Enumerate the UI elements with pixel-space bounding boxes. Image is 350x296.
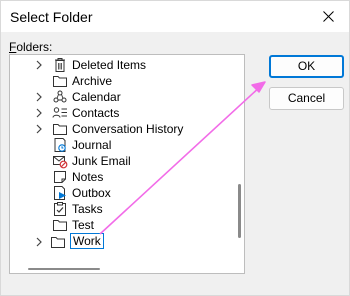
dialog-title: Select Folder [10, 9, 93, 25]
tree-item-notes[interactable]: Notes [10, 169, 230, 185]
folder-icon [51, 237, 65, 248]
select-folder-dialog: Select Folder Folders: Deleted Items Arc… [0, 0, 350, 296]
tree-item-label: Outbox [72, 186, 111, 200]
tree-item-work[interactable]: Work [10, 233, 230, 250]
outbox-icon [54, 186, 66, 200]
tree-item-outbox[interactable]: Outbox [10, 185, 230, 201]
chevron-right-icon[interactable] [34, 92, 44, 102]
tree-item-journal[interactable]: Journal [10, 137, 230, 153]
close-icon [323, 11, 334, 22]
tree-item-conversation-history[interactable]: Conversation History [10, 121, 230, 137]
junk-email-icon [53, 156, 68, 169]
vertical-scroll-thumb[interactable] [238, 184, 241, 238]
tree-item-test[interactable]: Test [10, 217, 230, 233]
calendar-icon [53, 90, 67, 103]
tree-item-junk-email[interactable]: Junk Email [10, 153, 230, 169]
chevron-right-icon[interactable] [34, 108, 44, 118]
journal-icon [54, 138, 66, 152]
folder-icon [53, 220, 67, 231]
notes-icon [54, 171, 66, 183]
tree-item-label: Test [72, 218, 95, 232]
ok-button[interactable]: OK [269, 55, 344, 78]
tree-item-label: Conversation History [72, 122, 184, 136]
tree-item-archive[interactable]: Archive [10, 73, 230, 89]
folder-tree[interactable]: Deleted Items Archive Calendar Contacts … [9, 54, 245, 274]
folder-icon [53, 124, 67, 135]
close-button[interactable] [309, 1, 349, 32]
tree-item-calendar[interactable]: Calendar [10, 89, 230, 105]
tree-item-deleted-items[interactable]: Deleted Items [10, 57, 230, 73]
title-bar: Select Folder [1, 1, 349, 32]
tree-item-label: Journal [72, 138, 112, 152]
tree-item-tasks[interactable]: Tasks [10, 201, 230, 217]
chevron-right-icon[interactable] [34, 60, 44, 70]
folder-icon [53, 76, 67, 87]
tree-item-label: Junk Email [72, 154, 131, 168]
folders-label: Folders: [9, 40, 53, 54]
cancel-button[interactable]: Cancel [269, 87, 344, 110]
trash-icon [55, 58, 65, 72]
tree-item-label: Calendar [72, 90, 121, 104]
tree-item-label: Tasks [72, 202, 103, 216]
tree-item-contacts[interactable]: Contacts [10, 105, 230, 121]
contacts-icon [52, 107, 67, 118]
chevron-right-icon[interactable] [34, 237, 44, 247]
tree-item-label: Contacts [72, 106, 120, 120]
vertical-scrollbar[interactable] [235, 55, 244, 273]
tree-item-label: Deleted Items [72, 58, 147, 72]
tree-item-label: Archive [72, 74, 113, 88]
tree-item-label: Notes [72, 170, 104, 184]
horizontal-scroll-thumb[interactable] [28, 268, 100, 270]
horizontal-scrollbar[interactable] [10, 265, 235, 273]
tasks-icon [54, 202, 66, 216]
tree-item-label: Work [70, 233, 104, 249]
chevron-right-icon[interactable] [34, 124, 44, 134]
